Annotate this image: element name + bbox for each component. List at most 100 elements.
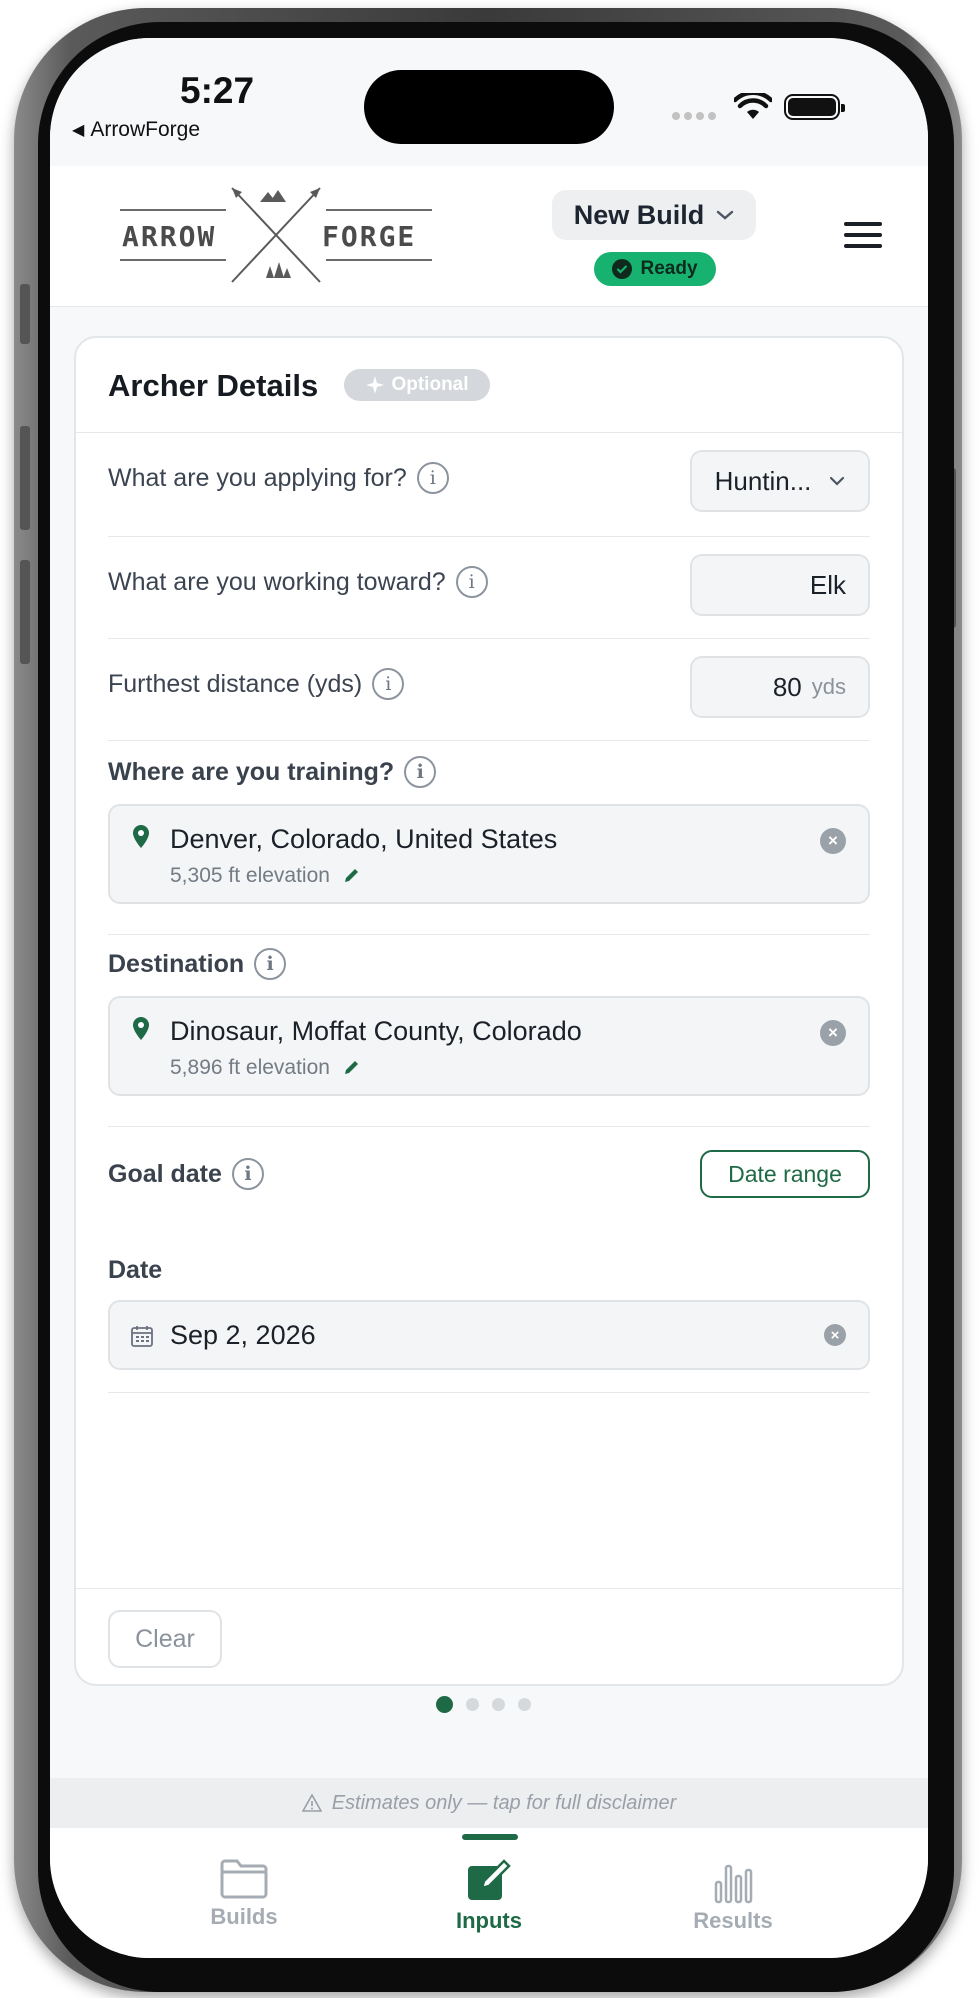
info-icon[interactable]: i <box>404 756 437 788</box>
signal-icon <box>672 112 716 120</box>
divider <box>76 432 902 433</box>
clear-location-icon[interactable]: × <box>820 828 846 854</box>
logo-text-left: ARROW <box>122 220 216 253</box>
training-location-field[interactable]: Denver, Colorado, United States 5,305 ft… <box>108 804 870 904</box>
destination-field[interactable]: Dinosaur, Moffat County, Colorado 5,896 … <box>108 996 870 1096</box>
divider <box>76 1588 902 1589</box>
working-toward-row: What are you working toward? i <box>108 566 488 598</box>
app-header: ARROW FORGE New Build Ready <box>50 166 928 307</box>
back-app-label: ArrowForge <box>90 118 201 141</box>
page-dot[interactable] <box>492 1698 505 1711</box>
app-screen: 5:27 ◀ ArrowForge ARROW FORGE New Build … <box>50 38 928 1958</box>
applying-for-value: Huntin... <box>714 465 812 496</box>
goal-date-row: Goal date i <box>108 1158 264 1190</box>
divider <box>108 1126 870 1127</box>
status-badge-label: Ready <box>640 258 698 279</box>
divider <box>108 740 870 741</box>
bar-chart-icon <box>714 1864 753 1904</box>
back-to-app-link[interactable]: ◀ ArrowForge <box>72 118 200 142</box>
build-selector[interactable]: New Build <box>552 190 756 240</box>
distance-unit: yds <box>811 674 846 699</box>
tab-bar: Builds Inputs Results <box>50 1828 928 1958</box>
divider <box>108 1392 870 1393</box>
status-time: 5:27 <box>180 70 255 111</box>
chevron-down-icon <box>717 210 734 220</box>
date-value: Sep 2, 2026 <box>170 1320 316 1350</box>
wifi-icon <box>734 93 772 119</box>
furthest-distance-input[interactable]: 80 yds <box>690 656 870 718</box>
training-elevation-value: 5,305 ft elevation <box>170 864 330 887</box>
destination-label: Destination <box>108 949 245 978</box>
disclaimer-text: Estimates only — tap for full disclaimer <box>331 1791 677 1814</box>
logo-text-right: FORGE <box>322 220 416 253</box>
check-circle-icon <box>612 259 633 279</box>
page-dot[interactable] <box>466 1698 479 1711</box>
optional-badge-label: Optional <box>391 374 469 395</box>
dynamic-island <box>364 70 614 144</box>
card-title: Archer Details <box>108 368 319 403</box>
furthest-distance-label: Furthest distance (yds) <box>108 669 363 698</box>
clear-button[interactable]: Clear <box>108 1610 222 1668</box>
page-indicator <box>436 1696 531 1713</box>
training-location-row: Where are you training? i <box>108 756 437 788</box>
divider <box>108 638 870 639</box>
tab-inputs[interactable]: Inputs <box>389 1858 589 1934</box>
warning-icon <box>301 1794 322 1812</box>
status-bar: 5:27 ◀ ArrowForge <box>50 38 928 166</box>
chevron-down-icon <box>830 476 845 486</box>
working-toward-label: What are you working toward? <box>108 567 446 596</box>
hamburger-menu-button[interactable] <box>844 222 882 250</box>
info-icon[interactable]: i <box>231 1158 264 1190</box>
pencil-icon[interactable] <box>342 867 360 885</box>
page-dot-active[interactable] <box>436 1696 453 1713</box>
tab-results[interactable]: Results <box>633 1858 833 1934</box>
active-tab-indicator <box>462 1834 518 1840</box>
training-location-label: Where are you training? <box>108 757 395 786</box>
sparkle-icon <box>366 376 385 394</box>
working-toward-input[interactable]: Elk <box>690 554 870 616</box>
goal-date-label: Goal date <box>108 1159 222 1188</box>
back-arrow-icon: ◀ <box>72 122 85 139</box>
date-sub-label: Date <box>108 1256 163 1284</box>
pencil-icon[interactable] <box>342 1059 360 1077</box>
info-icon[interactable]: i <box>416 462 449 494</box>
date-field[interactable]: Sep 2, 2026 × <box>108 1300 870 1370</box>
applying-for-select[interactable]: Huntin... <box>690 450 870 512</box>
training-location-value: Denver, Colorado, United States <box>170 824 558 854</box>
info-icon[interactable]: i <box>254 948 287 980</box>
destination-row: Destination i <box>108 948 287 980</box>
archer-details-card: Archer Details Optional What are you app… <box>74 336 904 1686</box>
map-pin-icon <box>133 1017 149 1040</box>
status-badge: Ready <box>594 252 716 286</box>
volume-up-button <box>20 426 30 530</box>
furthest-distance-row: Furthest distance (yds) i <box>108 668 405 700</box>
action-button <box>20 284 30 344</box>
calendar-icon <box>131 1326 153 1347</box>
working-toward-value: Elk <box>809 569 846 600</box>
battery-icon <box>784 94 845 120</box>
info-icon[interactable]: i <box>372 668 405 700</box>
clear-date-icon[interactable]: × <box>824 1324 846 1346</box>
build-selector-label: New Build <box>573 199 705 230</box>
applying-for-label: What are you applying for? <box>108 463 407 492</box>
tab-results-label: Results <box>693 1908 773 1933</box>
tab-builds[interactable]: Builds <box>144 1858 344 1930</box>
page-dot[interactable] <box>518 1698 531 1711</box>
disclaimer-bar[interactable]: Estimates only — tap for full disclaimer <box>50 1778 928 1828</box>
menu-icon <box>844 222 882 226</box>
date-range-button[interactable]: Date range <box>700 1150 870 1198</box>
folder-icon <box>220 1859 268 1899</box>
optional-badge: Optional <box>344 369 490 401</box>
destination-elevation-value: 5,896 ft elevation <box>170 1056 330 1079</box>
divider <box>108 536 870 537</box>
arrowforge-logo: ARROW FORGE <box>120 187 432 283</box>
divider <box>108 934 870 935</box>
tab-inputs-label: Inputs <box>456 1908 522 1933</box>
map-pin-icon <box>133 825 149 848</box>
info-icon[interactable]: i <box>455 566 488 598</box>
training-elevation: 5,305 ft elevation <box>170 864 360 888</box>
edit-icon <box>468 1859 511 1900</box>
clear-destination-icon[interactable]: × <box>820 1020 846 1046</box>
furthest-distance-value: 80 <box>772 671 802 702</box>
volume-down-button <box>20 560 30 664</box>
